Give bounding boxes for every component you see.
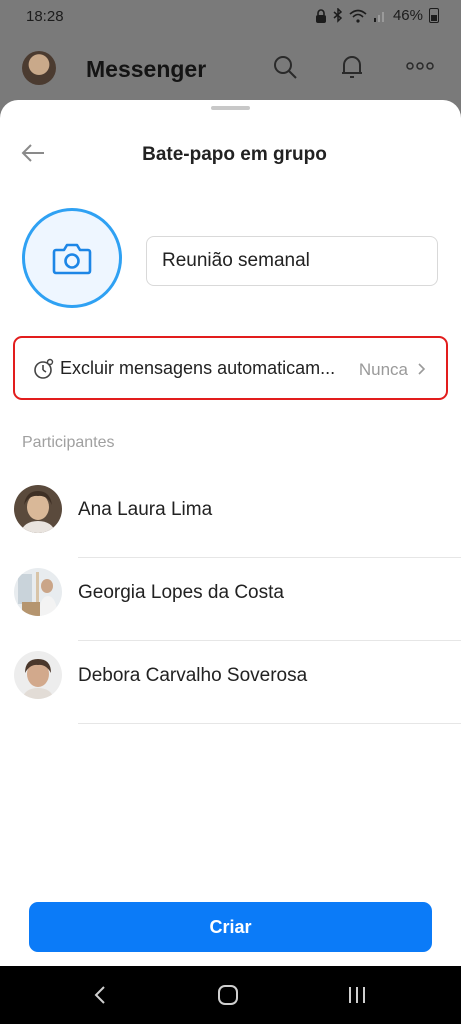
background-header: Messenger xyxy=(0,40,461,100)
profile-avatar xyxy=(22,51,56,85)
camera-icon xyxy=(52,243,92,275)
avatar xyxy=(14,651,62,699)
sheet-grabber[interactable] xyxy=(211,106,250,110)
participant-name: Debora Carvalho Soverosa xyxy=(78,665,308,686)
status-time: 18:28 xyxy=(26,8,64,25)
participant-row[interactable]: Debora Carvalho Soverosa xyxy=(0,641,461,724)
app-title: Messenger xyxy=(86,56,207,82)
bell-icon xyxy=(342,56,362,78)
more-icon xyxy=(406,62,434,70)
signal-icon xyxy=(373,12,384,22)
participant-name: Ana Laura Lima xyxy=(78,499,213,520)
lock-icon xyxy=(315,8,326,23)
system-nav-bar xyxy=(0,966,461,1024)
sheet-title: Bate-papo em grupo xyxy=(142,144,327,165)
avatar xyxy=(14,485,62,533)
participant-row[interactable]: Georgia Lopes da Costa xyxy=(0,558,461,641)
create-button[interactable]: Criar xyxy=(29,902,432,952)
nav-home-icon[interactable] xyxy=(213,983,243,1007)
nav-recents-icon[interactable] xyxy=(342,983,372,1007)
wifi-icon xyxy=(349,9,367,23)
participant-row[interactable]: Ana Laura Lima xyxy=(0,475,461,558)
create-group-sheet: Bate-papo em grupo Excluir mensagens aut… xyxy=(0,100,461,966)
nav-back-icon[interactable] xyxy=(86,983,116,1007)
group-photo-button[interactable] xyxy=(22,208,122,308)
chevron-right-icon xyxy=(418,363,426,375)
avatar xyxy=(14,568,62,616)
auto-delete-value: Nunca xyxy=(358,360,408,379)
participants-heading: Participantes xyxy=(22,434,115,451)
status-icons: 46% xyxy=(315,7,439,24)
search-icon xyxy=(274,56,297,79)
auto-delete-label: Excluir mensagens automaticam... xyxy=(60,358,336,378)
bluetooth-icon xyxy=(333,8,343,23)
divider xyxy=(78,723,461,724)
status-bar: 18:28 46% xyxy=(0,0,461,34)
battery-percent: 46% xyxy=(392,7,423,24)
group-name-input[interactable] xyxy=(146,236,438,286)
battery-icon xyxy=(429,8,439,23)
participant-name: Georgia Lopes da Costa xyxy=(78,582,284,603)
auto-delete-setting[interactable]: Excluir mensagens automaticam... Nunca xyxy=(13,336,448,400)
timer-icon xyxy=(34,358,54,379)
